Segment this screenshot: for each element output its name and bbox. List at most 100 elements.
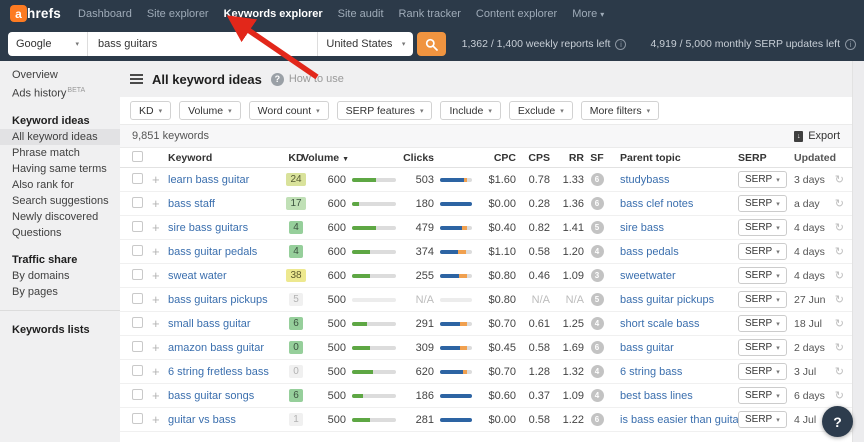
serp-button[interactable]: SERP ▾ bbox=[738, 315, 787, 332]
keyword-link[interactable]: small bass guitar bbox=[168, 318, 251, 330]
add-to-list-icon[interactable]: + bbox=[152, 245, 168, 258]
search-button[interactable] bbox=[417, 32, 446, 56]
search-input[interactable] bbox=[88, 38, 318, 50]
scrollbar[interactable] bbox=[852, 61, 864, 442]
nav-item-rank-tracker[interactable]: Rank tracker bbox=[399, 8, 461, 20]
filter-button[interactable]: Include ▾ bbox=[440, 101, 501, 120]
refresh-icon[interactable]: ↻ bbox=[830, 341, 844, 354]
column-header-keyword[interactable]: Keyword bbox=[168, 152, 280, 164]
add-to-list-icon[interactable]: + bbox=[152, 341, 168, 354]
search-engine-select[interactable]: Google ▾ bbox=[8, 32, 88, 56]
parent-topic-link[interactable]: sire bass bbox=[620, 222, 664, 234]
refresh-icon[interactable]: ↻ bbox=[830, 245, 844, 258]
parent-topic-link[interactable]: bass clef notes bbox=[620, 198, 693, 210]
parent-topic-link[interactable]: bass guitar bbox=[620, 342, 674, 354]
menu-icon[interactable] bbox=[130, 74, 143, 84]
filter-button[interactable]: SERP features ▾ bbox=[336, 101, 433, 120]
row-checkbox[interactable] bbox=[132, 412, 143, 424]
parent-topic-link[interactable]: bass pedals bbox=[620, 246, 679, 258]
keyword-link[interactable]: bass staff bbox=[168, 198, 215, 210]
nav-item-site-audit[interactable]: Site audit bbox=[338, 8, 384, 20]
keyword-link[interactable]: bass guitar songs bbox=[168, 390, 254, 402]
sidebar-item-questions[interactable]: Questions bbox=[0, 225, 120, 241]
parent-topic-link[interactable]: bass guitar pickups bbox=[620, 294, 714, 306]
nav-item-more[interactable]: More ▾ bbox=[572, 8, 604, 20]
parent-topic-link[interactable]: sweetwater bbox=[620, 270, 676, 282]
row-checkbox[interactable] bbox=[132, 268, 143, 280]
refresh-icon[interactable]: ↻ bbox=[830, 269, 844, 282]
column-header-cpc[interactable]: CPC bbox=[474, 152, 516, 164]
serp-button[interactable]: SERP ▾ bbox=[738, 195, 787, 212]
keyword-link[interactable]: bass guitars pickups bbox=[168, 294, 268, 306]
refresh-icon[interactable]: ↻ bbox=[830, 293, 844, 306]
row-checkbox[interactable] bbox=[132, 340, 143, 352]
sidebar-item-search-suggestions[interactable]: Search suggestions bbox=[0, 193, 120, 209]
filter-button[interactable]: Exclude ▾ bbox=[508, 101, 573, 120]
serp-button[interactable]: SERP ▾ bbox=[738, 219, 787, 236]
export-button[interactable]: ↓ Export bbox=[794, 130, 840, 142]
row-checkbox[interactable] bbox=[132, 220, 143, 232]
parent-topic-link[interactable]: 6 string bass bbox=[620, 366, 682, 378]
parent-topic-link[interactable]: short scale bass bbox=[620, 318, 699, 330]
serp-button[interactable]: SERP ▾ bbox=[738, 387, 787, 404]
serp-button[interactable]: SERP ▾ bbox=[738, 339, 787, 356]
sidebar-item-ads-history[interactable]: Ads historyBETA bbox=[0, 83, 120, 102]
row-checkbox[interactable] bbox=[132, 244, 143, 256]
add-to-list-icon[interactable]: + bbox=[152, 173, 168, 186]
select-all-checkbox[interactable] bbox=[132, 150, 143, 162]
add-to-list-icon[interactable]: + bbox=[152, 269, 168, 282]
row-checkbox[interactable] bbox=[132, 196, 143, 208]
nav-item-content-explorer[interactable]: Content explorer bbox=[476, 8, 557, 20]
row-checkbox[interactable] bbox=[132, 316, 143, 328]
column-header-volume[interactable]: Volume ▼ bbox=[302, 152, 349, 164]
serp-button[interactable]: SERP ▾ bbox=[738, 363, 787, 380]
add-to-list-icon[interactable]: + bbox=[152, 221, 168, 234]
keyword-link[interactable]: sire bass guitars bbox=[168, 222, 248, 234]
filter-button[interactable]: KD ▾ bbox=[130, 101, 172, 120]
keyword-link[interactable]: guitar vs bass bbox=[168, 414, 236, 426]
sidebar-item-overview[interactable]: Overview bbox=[0, 67, 120, 83]
filter-button[interactable]: More filters ▾ bbox=[580, 101, 660, 120]
nav-item-site-explorer[interactable]: Site explorer bbox=[147, 8, 209, 20]
add-to-list-icon[interactable]: + bbox=[152, 197, 168, 210]
keyword-link[interactable]: sweat water bbox=[168, 270, 227, 282]
add-to-list-icon[interactable]: + bbox=[152, 293, 168, 306]
sidebar-item-having-same-terms[interactable]: Having same terms bbox=[0, 161, 120, 177]
keyword-link[interactable]: bass guitar pedals bbox=[168, 246, 257, 258]
refresh-icon[interactable]: ↻ bbox=[830, 197, 844, 210]
how-to-use-link[interactable]: How to use bbox=[289, 73, 344, 85]
serp-button[interactable]: SERP ▾ bbox=[738, 267, 787, 284]
country-select[interactable]: United States ▾ bbox=[317, 32, 413, 56]
refresh-icon[interactable]: ↻ bbox=[830, 389, 844, 402]
keyword-link[interactable]: learn bass guitar bbox=[168, 174, 249, 186]
parent-topic-link[interactable]: studybass bbox=[620, 174, 670, 186]
filter-button[interactable]: Volume ▾ bbox=[179, 101, 241, 120]
serp-button[interactable]: SERP ▾ bbox=[738, 171, 787, 188]
serp-button[interactable]: SERP ▾ bbox=[738, 291, 787, 308]
refresh-icon[interactable]: ↻ bbox=[830, 365, 844, 378]
column-header-parent-topic[interactable]: Parent topic bbox=[610, 152, 738, 164]
help-button[interactable]: ? bbox=[822, 406, 853, 437]
parent-topic-link[interactable]: is bass easier than guitar bbox=[620, 414, 738, 426]
sidebar-item-newly-discovered[interactable]: Newly discovered bbox=[0, 209, 120, 225]
add-to-list-icon[interactable]: + bbox=[152, 365, 168, 378]
sidebar-item-phrase-match[interactable]: Phrase match bbox=[0, 145, 120, 161]
row-checkbox[interactable] bbox=[132, 172, 143, 184]
refresh-icon[interactable]: ↻ bbox=[830, 221, 844, 234]
nav-item-dashboard[interactable]: Dashboard bbox=[78, 8, 132, 20]
row-checkbox[interactable] bbox=[132, 388, 143, 400]
column-header-rr[interactable]: RR bbox=[550, 152, 584, 164]
add-to-list-icon[interactable]: + bbox=[152, 413, 168, 426]
row-checkbox[interactable] bbox=[132, 364, 143, 376]
refresh-icon[interactable]: ↻ bbox=[830, 317, 844, 330]
sidebar-item-by-pages[interactable]: By pages bbox=[0, 284, 120, 300]
sidebar-item-by-domains[interactable]: By domains bbox=[0, 268, 120, 284]
column-header-sf[interactable]: SF bbox=[584, 152, 610, 164]
refresh-icon[interactable]: ↻ bbox=[830, 173, 844, 186]
filter-button[interactable]: Word count ▾ bbox=[248, 101, 329, 120]
sidebar-item-all-keyword-ideas[interactable]: All keyword ideas bbox=[0, 128, 120, 145]
add-to-list-icon[interactable]: + bbox=[152, 389, 168, 402]
serp-button[interactable]: SERP ▾ bbox=[738, 243, 787, 260]
keyword-link[interactable]: amazon bass guitar bbox=[168, 342, 264, 354]
ahrefs-logo[interactable]: a hrefs bbox=[10, 5, 61, 22]
